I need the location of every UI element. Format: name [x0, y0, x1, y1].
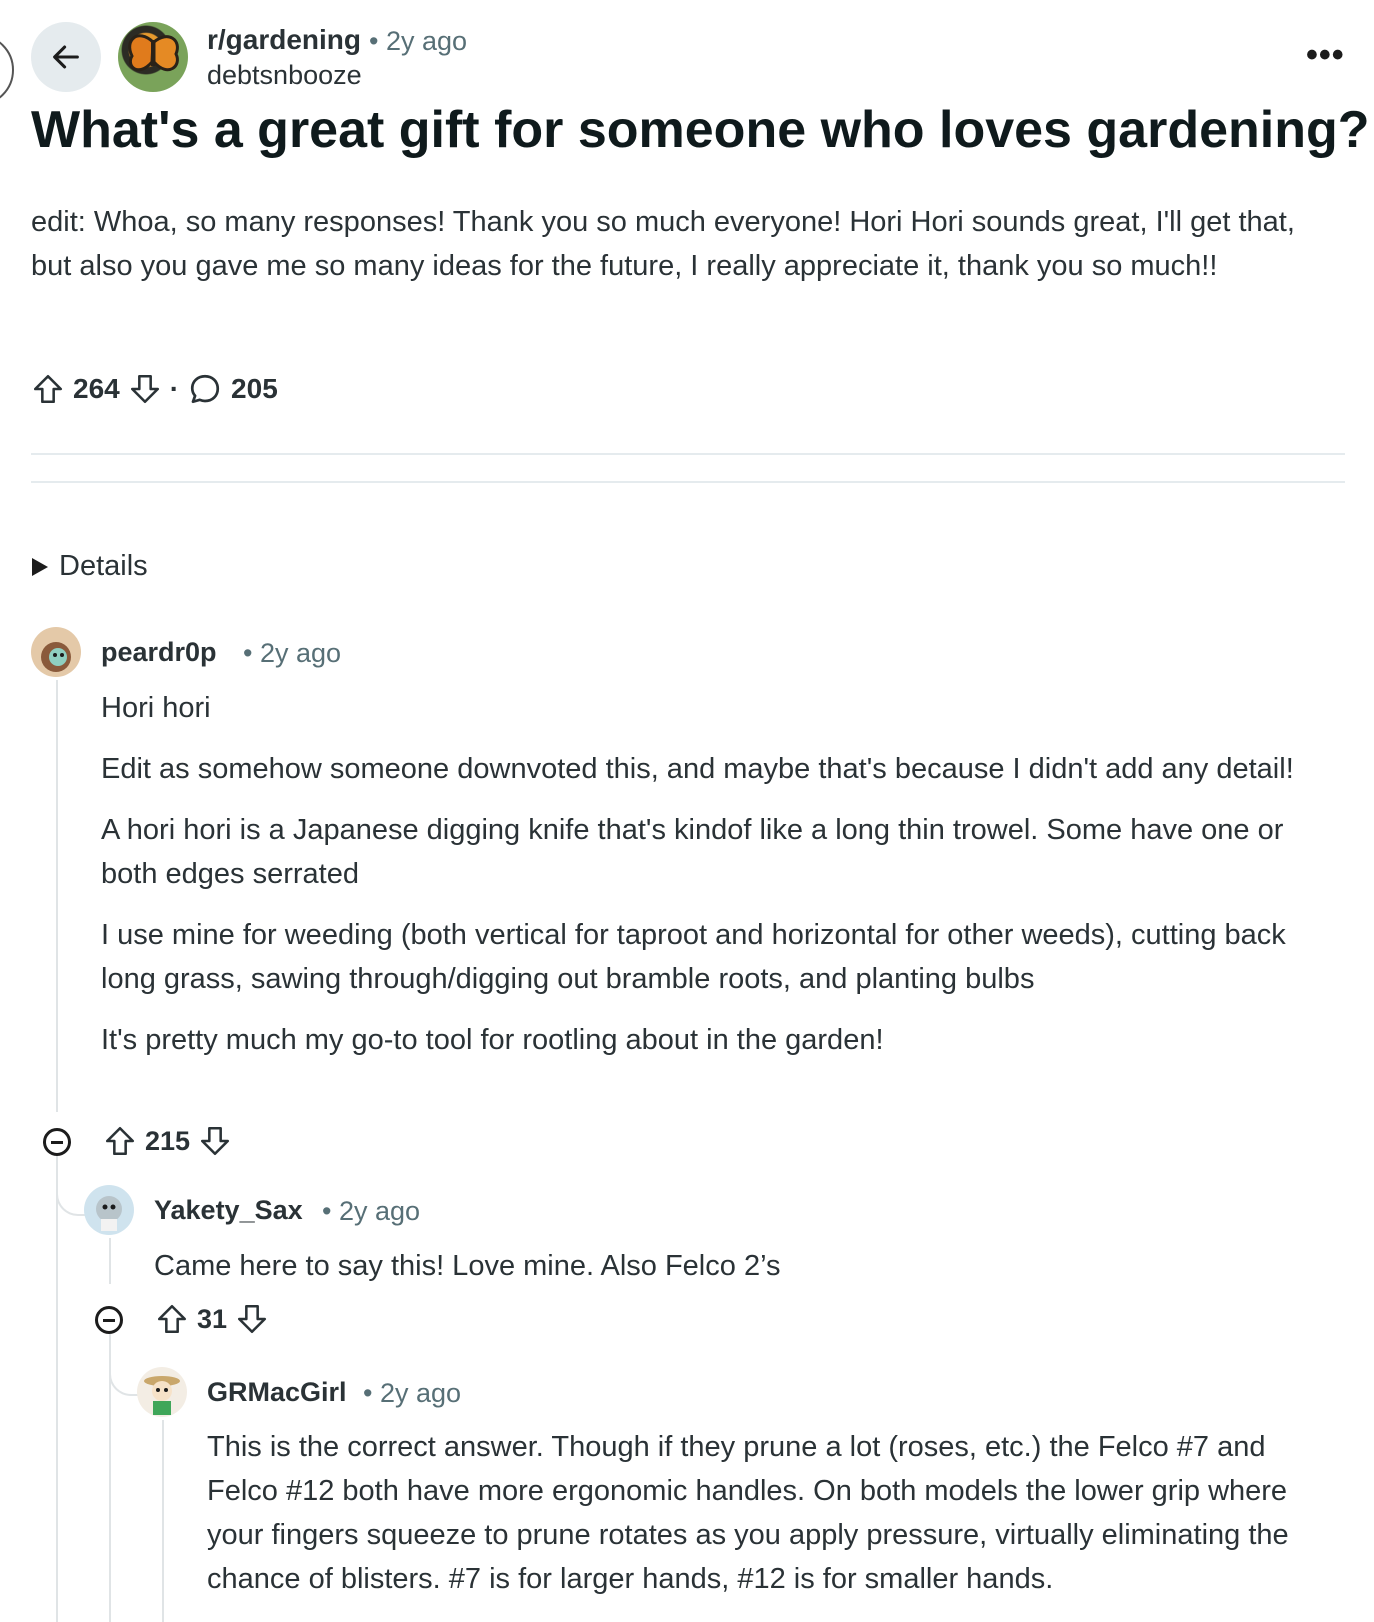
- post-body: edit: Whoa, so many responses! Thank you…: [31, 206, 1295, 282]
- thread-line[interactable]: [56, 680, 58, 1112]
- downvote-icon[interactable]: [198, 1124, 232, 1158]
- comment-author[interactable]: GRMacGirl: [207, 1377, 347, 1408]
- comment-paragraph: Hori hori: [101, 692, 211, 724]
- post-time: • 2y ago: [369, 26, 468, 56]
- divider: [31, 453, 1345, 455]
- comment-count: 205: [231, 373, 278, 404]
- triangle-right-icon: [32, 557, 48, 576]
- thread-line[interactable]: [109, 1238, 111, 1284]
- comment-author[interactable]: Yakety_Sax: [154, 1195, 303, 1226]
- thread-line[interactable]: [162, 1420, 164, 1622]
- comment-score: 215: [145, 1125, 191, 1156]
- subreddit-avatar[interactable]: [118, 22, 188, 92]
- snoo-avatar-icon: [96, 1196, 122, 1231]
- comment-paragraph: This is the correct answer. Though if th…: [207, 1431, 1289, 1595]
- comment-body: Hori hori Edit as somehow someone downvo…: [101, 686, 1341, 1079]
- comment-paragraph: A hori hori is a Japanese digging knife …: [101, 814, 1284, 890]
- downvote-icon[interactable]: [235, 1302, 269, 1336]
- subreddit-name[interactable]: r/gardening: [207, 24, 361, 56]
- back-button[interactable]: [31, 22, 101, 92]
- details-label: Details: [59, 550, 148, 582]
- collapse-thread-button[interactable]: [95, 1306, 123, 1334]
- butterfly-icon: [128, 34, 179, 72]
- thread-line[interactable]: [56, 1156, 58, 1622]
- post-title: What's a great gift for someone who love…: [31, 101, 1370, 159]
- comment-actions: 215: [103, 1124, 232, 1158]
- back-arrow-icon: [53, 45, 79, 69]
- divider: [31, 481, 1345, 483]
- comment-icon[interactable]: [187, 371, 223, 407]
- avatar[interactable]: [84, 1185, 134, 1235]
- comment-time: • 2y ago: [322, 1196, 421, 1226]
- edge-partial-circle: [0, 34, 14, 106]
- avatar[interactable]: [137, 1367, 187, 1417]
- comment-actions: 31: [155, 1302, 269, 1336]
- avatar[interactable]: [31, 627, 81, 677]
- comment-body: Came here to say this! Love mine. Also F…: [154, 1244, 1344, 1305]
- post-actions: 264 · 205: [31, 371, 278, 407]
- thread-connector: [109, 1366, 139, 1396]
- post-author[interactable]: debtsnbooze: [207, 60, 362, 91]
- comment-paragraph: Came here to say this! Love mine. Also F…: [154, 1250, 781, 1282]
- more-options-button[interactable]: •••: [1306, 36, 1345, 75]
- comment-paragraph: It's pretty much my go-to tool for rootl…: [101, 1024, 884, 1056]
- collapse-thread-button[interactable]: [43, 1128, 71, 1156]
- separator-dot: ·: [169, 373, 180, 404]
- comment-time: • 2y ago: [363, 1378, 462, 1408]
- comment-paragraph: Edit as somehow someone downvoted this, …: [101, 753, 1294, 785]
- comment-body: This is the correct answer. Though if th…: [207, 1425, 1327, 1618]
- thread-connector: [56, 1186, 86, 1216]
- upvote-icon[interactable]: [103, 1124, 137, 1158]
- comment-paragraph: I use mine for weeding (both vertical fo…: [101, 919, 1286, 995]
- snoo-avatar-icon: [144, 1376, 180, 1415]
- downvote-icon[interactable]: [128, 372, 162, 406]
- comment-author[interactable]: peardr0p: [101, 637, 217, 668]
- upvote-icon[interactable]: [155, 1302, 189, 1336]
- snoo-avatar-icon: [41, 642, 71, 672]
- comment-time: • 2y ago: [243, 638, 342, 668]
- details-toggle[interactable]: Details: [31, 550, 148, 583]
- upvote-icon[interactable]: [31, 372, 65, 406]
- comment-score: 31: [197, 1303, 228, 1334]
- post-score: 264: [73, 373, 120, 404]
